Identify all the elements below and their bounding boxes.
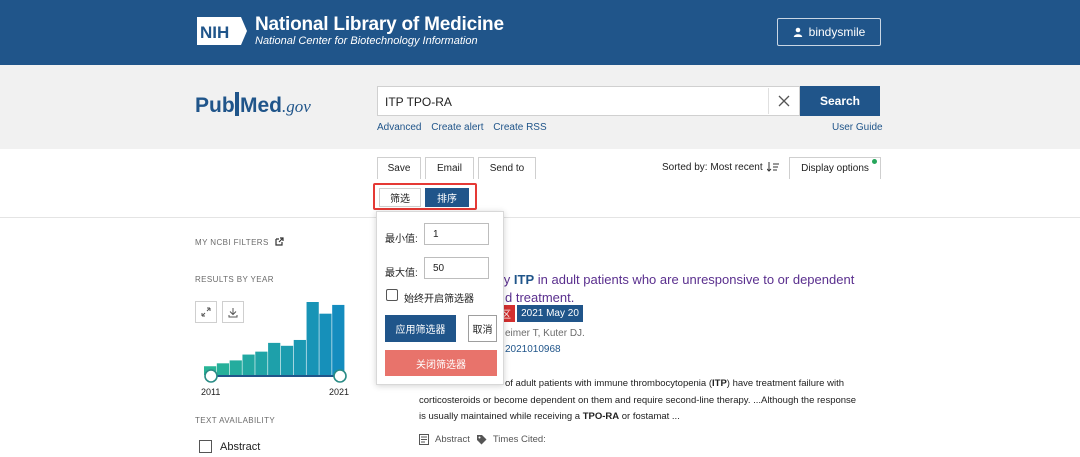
- year-bar-2012[interactable]: [216, 363, 230, 375]
- user-guide-link[interactable]: User Guide: [832, 122, 883, 133]
- result-snippet-line2: corticosteroids or become dependent on t…: [419, 395, 857, 406]
- tab-filter[interactable]: 筛选: [379, 188, 421, 207]
- create-alert-link[interactable]: Create alert: [431, 122, 483, 133]
- sorted-by-label: Sorted by: Most recent: [662, 162, 763, 173]
- send-to-button[interactable]: Send to: [478, 157, 536, 179]
- times-cited-link[interactable]: Times Cited:: [493, 434, 546, 445]
- year-range-start-handle[interactable]: [204, 369, 218, 383]
- year-bar-2021[interactable]: [332, 304, 345, 375]
- filter-popup: 最小值: 1 最大值: 50 始终开启筛选器 应用筛选器 取消 关闭筛选器: [376, 211, 504, 385]
- year-bar-2016[interactable]: [268, 342, 281, 375]
- external-link-icon: [275, 237, 284, 246]
- advanced-link[interactable]: Advanced: [377, 122, 421, 133]
- display-options-indicator: [872, 159, 877, 164]
- user-name: bindysmile: [808, 25, 866, 39]
- result-snippet-line1: of adult patients with immune thrombocyt…: [505, 378, 845, 389]
- year-bar-2018[interactable]: [293, 339, 306, 375]
- svg-text:Pub: Pub: [195, 94, 235, 117]
- results-by-year-chart[interactable]: [195, 296, 355, 392]
- always-on-checkbox[interactable]: [386, 289, 398, 301]
- top-banner: [0, 0, 1080, 65]
- year-bar-2013[interactable]: [229, 360, 242, 375]
- apply-filter-button[interactable]: 应用筛选器: [385, 315, 456, 342]
- display-options-button[interactable]: Display options: [789, 157, 881, 179]
- year-bar-2015[interactable]: [255, 351, 268, 375]
- sort-icon: [767, 162, 780, 173]
- clear-search-button[interactable]: [768, 88, 798, 114]
- max-value-label: 最大值:: [385, 268, 418, 279]
- search-button[interactable]: Search: [800, 86, 880, 116]
- save-button[interactable]: Save: [377, 157, 421, 179]
- email-button[interactable]: Email: [425, 157, 474, 179]
- close-filter-button[interactable]: 关闭筛选器: [385, 350, 497, 376]
- user-account-button[interactable]: bindysmile: [777, 18, 881, 46]
- result-id[interactable]: 2021010968: [505, 344, 561, 355]
- nlm-subtitle: National Center for Biotechnology Inform…: [255, 35, 478, 47]
- min-value-input[interactable]: 1: [424, 223, 489, 245]
- results-by-year-heading: RESULTS BY YEAR: [195, 275, 274, 284]
- result-title-line2[interactable]: d treatment.: [505, 290, 574, 305]
- user-icon: [793, 27, 802, 37]
- badge-date: 2021 May 20: [517, 305, 583, 322]
- search-sublinks: Advanced Create alert Create RSS: [377, 122, 554, 133]
- abstract-link[interactable]: Abstract: [435, 434, 470, 445]
- create-rss-link[interactable]: Create RSS: [493, 122, 546, 133]
- year-bar-2019[interactable]: [306, 302, 319, 375]
- max-value-input[interactable]: 50: [424, 257, 489, 279]
- result-snippet-line3: is usually maintained while receiving a …: [419, 411, 680, 422]
- year-end-label: 2021: [329, 387, 350, 397]
- close-icon: [778, 95, 789, 107]
- cancel-button[interactable]: 取消: [468, 315, 497, 342]
- result-title[interactable]: nary ITP in adult patients who are unres…: [485, 272, 854, 287]
- divider: [0, 217, 1080, 218]
- my-ncbi-filters-label: MY NCBI FILTERS: [195, 238, 269, 247]
- year-range-end-handle[interactable]: [333, 369, 347, 383]
- year-bar-2020[interactable]: [319, 313, 332, 375]
- min-value-label: 最小值:: [385, 234, 418, 245]
- pubmed-logo[interactable]: Pub Med .gov: [195, 88, 325, 124]
- year-bar-2014[interactable]: [242, 354, 255, 375]
- text-availability-heading: TEXT AVAILABILITY: [195, 416, 276, 425]
- search-query-text: ITP TPO-RA: [385, 95, 452, 109]
- tab-sort[interactable]: 排序: [425, 188, 469, 207]
- tag-icon: [476, 435, 487, 445]
- document-icon: [419, 434, 429, 445]
- always-on-label[interactable]: 始终开启筛选器: [404, 290, 474, 305]
- result-authors: eimer T, Kuter DJ.: [505, 328, 585, 339]
- abstract-filter-label[interactable]: Abstract: [220, 441, 260, 453]
- abstract-checkbox[interactable]: [199, 440, 212, 453]
- nlm-title[interactable]: National Library of Medicine: [255, 14, 504, 36]
- nih-logo[interactable]: NIH: [195, 15, 249, 47]
- year-start-label: 2011: [201, 387, 221, 397]
- result-actions: Abstract Times Cited:: [419, 434, 546, 445]
- svg-text:Med: Med: [240, 94, 282, 117]
- nih-logo-text: NIH: [200, 23, 229, 42]
- svg-text:.gov: .gov: [282, 97, 311, 116]
- my-ncbi-filters-heading[interactable]: MY NCBI FILTERS: [195, 237, 284, 247]
- year-bar-2017[interactable]: [280, 345, 294, 375]
- sort-control[interactable]: Sorted by: Most recent: [662, 162, 780, 173]
